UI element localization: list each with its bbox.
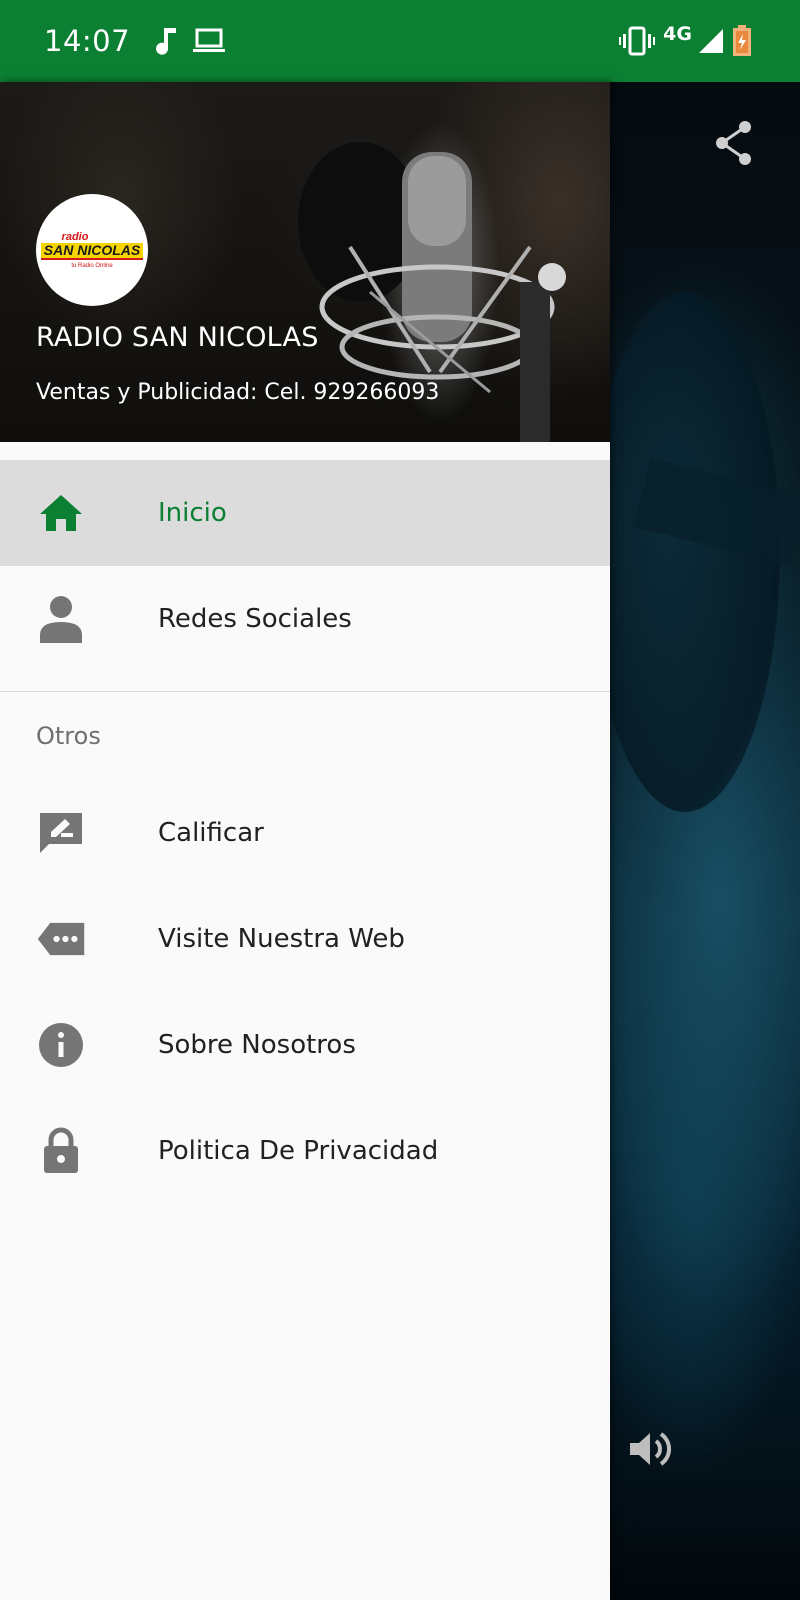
status-icons: 4G	[619, 0, 752, 82]
drawer-subtitle: Ventas y Publicidad: Cel. 929266093	[36, 380, 440, 405]
share-icon[interactable]	[712, 118, 756, 168]
music-note-icon	[156, 21, 178, 61]
station-logo: radio SAN NICOLAS tu Radio Online	[36, 194, 148, 306]
menu-item-label: Sobre Nosotros	[158, 1030, 356, 1060]
laptop-icon	[192, 21, 226, 61]
menu-item-politica-de-privacidad[interactable]: Politica De Privacidad	[0, 1098, 610, 1204]
menu-item-redes-sociales[interactable]: Redes Sociales	[0, 566, 610, 672]
logo-main-word: SAN NICOLAS	[40, 242, 144, 260]
clock: 14:07	[44, 24, 131, 58]
menu-item-label: Visite Nuestra Web	[158, 924, 405, 954]
menu-item-visite-nuestra-web[interactable]: Visite Nuestra Web	[0, 886, 610, 992]
section-label-otros: Otros	[36, 722, 101, 750]
info-icon	[36, 1020, 86, 1070]
home-icon	[36, 488, 86, 538]
network-type: 4G	[663, 23, 692, 45]
menu-item-label: Calificar	[158, 818, 264, 848]
person-icon	[36, 594, 86, 644]
other-items: Calificar Visite Nuestra Web Sobre Nosot…	[0, 780, 610, 1204]
web-label-icon	[36, 914, 86, 964]
navigation-drawer: radio SAN NICOLAS tu Radio Online RADIO …	[0, 82, 610, 1600]
logo-tagline: tu Radio Online	[71, 262, 113, 269]
menu-item-label: Redes Sociales	[158, 604, 352, 634]
status-bar: 14:07 4G	[0, 0, 800, 82]
vibrate-icon	[619, 21, 656, 61]
battery-charging-icon	[732, 21, 752, 61]
drawer-menu: Inicio Redes Sociales Otros Calificar Vi…	[0, 460, 610, 1204]
drawer-title: RADIO SAN NICOLAS	[36, 322, 319, 353]
menu-item-calificar[interactable]: Calificar	[0, 780, 610, 886]
menu-item-label: Inicio	[158, 498, 227, 528]
signal-icon	[698, 21, 724, 61]
logo-top-word: radio	[61, 230, 89, 243]
volume-icon[interactable]	[626, 1425, 674, 1473]
menu-item-sobre-nosotros[interactable]: Sobre Nosotros	[0, 992, 610, 1098]
lock-icon	[36, 1126, 86, 1176]
drawer-header: radio SAN NICOLAS tu Radio Online RADIO …	[0, 82, 610, 442]
menu-item-inicio[interactable]: Inicio	[0, 460, 610, 566]
menu-item-label: Politica De Privacidad	[158, 1136, 439, 1166]
rate-review-icon	[36, 808, 86, 858]
